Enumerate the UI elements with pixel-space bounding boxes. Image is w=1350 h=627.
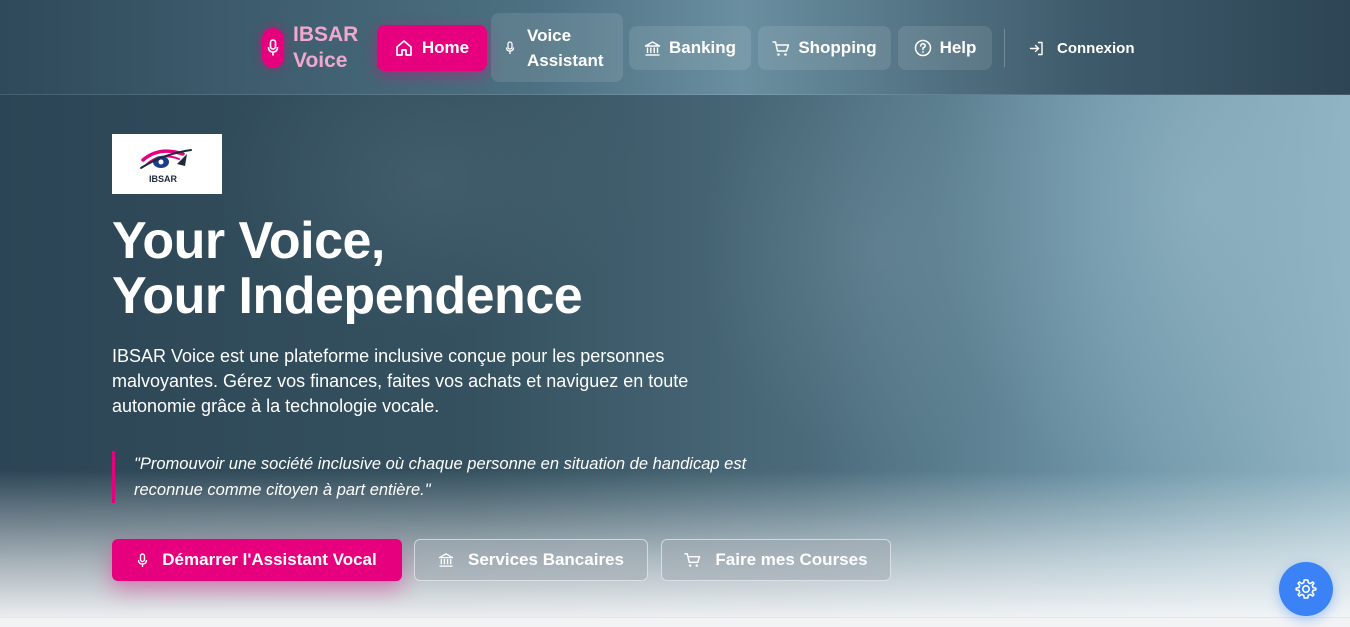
microphone-icon (505, 40, 515, 54)
hero-description: IBSAR Voice est une plateforme inclusive… (112, 346, 689, 416)
nav-voice-assistant-button[interactable]: Voice Assistant (491, 13, 623, 82)
nav-banking-label: Banking (668, 38, 737, 57)
brand-logo[interactable]: IBSAR Voice (262, 22, 358, 74)
brand-line1: IBSAR (293, 23, 359, 46)
login-icon (1029, 41, 1043, 55)
hero-title-line2: Your Independence (112, 267, 583, 325)
nav-help-button[interactable]: Help (898, 26, 992, 70)
microphone-icon (138, 552, 148, 567)
nav-voice-label: Voice Assistant (527, 23, 617, 73)
login-label: Connexion (1057, 39, 1135, 57)
hero-title: Your Voice, Your Independence (112, 214, 732, 324)
gear-icon (1295, 579, 1317, 599)
nav-home-label: Home (421, 38, 470, 57)
cart-icon (772, 40, 790, 56)
banking-services-label: Services Bancaires (468, 550, 624, 569)
nav-voice-line2: Assistant (527, 50, 604, 70)
cart-icon (684, 553, 701, 567)
microphone-icon (262, 28, 284, 68)
nav-divider (1004, 29, 1005, 67)
home-icon (396, 40, 412, 56)
hero-quote: "Promouvoir une société inclusive où cha… (112, 451, 792, 503)
brand-name: IBSAR Voice (293, 22, 358, 74)
do-shopping-label: Faire mes Courses (715, 550, 868, 569)
banking-services-button[interactable]: Services Bancaires (414, 539, 648, 581)
ibsar-logo: IBSAR (112, 134, 222, 194)
nav-home-button[interactable]: Home (377, 25, 487, 71)
bank-icon (438, 553, 454, 567)
logo-text: IBSAR (149, 174, 178, 184)
next-section-edge (0, 617, 1350, 627)
navbar: IBSAR Voice Home Voice Assistant Banking… (0, 0, 1350, 95)
nav-voice-line1: Voice (527, 25, 572, 45)
nav-banking-button[interactable]: Banking (629, 26, 751, 70)
accessibility-settings-button[interactable] (1279, 562, 1333, 616)
login-link[interactable]: Connexion (1029, 36, 1135, 60)
brand-line2: Voice (293, 49, 348, 72)
do-shopping-button[interactable]: Faire mes Courses (661, 539, 891, 581)
nav-help-label: Help (939, 38, 977, 57)
eye-logo-icon: IBSAR (140, 149, 192, 184)
start-voice-assistant-label: Démarrer l'Assistant Vocal (162, 550, 377, 569)
bank-icon (644, 40, 661, 56)
help-circle-icon (914, 39, 931, 57)
hero-title-line1: Your Voice, (112, 212, 385, 270)
nav-shopping-button[interactable]: Shopping (758, 26, 891, 70)
start-voice-assistant-button[interactable]: Démarrer l'Assistant Vocal (112, 539, 402, 581)
nav-shopping-label: Shopping (798, 38, 877, 57)
